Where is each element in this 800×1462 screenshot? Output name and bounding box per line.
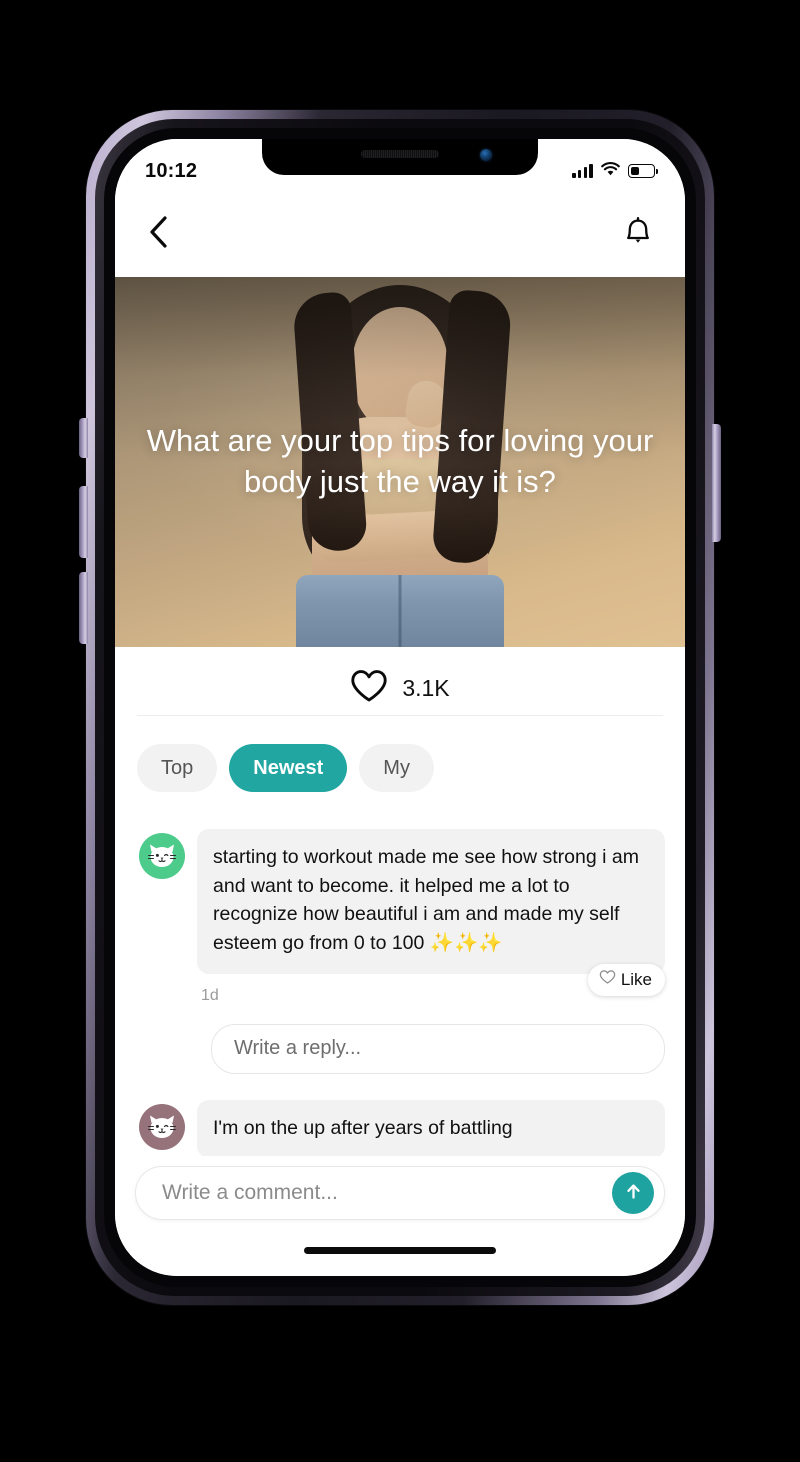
volume-up-button[interactable] — [79, 486, 88, 558]
comment-input[interactable] — [160, 1180, 612, 1206]
like-count: 3.1K — [402, 674, 450, 701]
comment-meta: 1d Like — [197, 963, 665, 1010]
cat-face-icon — [148, 844, 176, 867]
reply-placeholder: Write a reply... — [234, 1037, 362, 1060]
heart-outline-icon[interactable] — [350, 669, 388, 708]
display-notch — [262, 139, 538, 175]
comment-body: starting to workout made me see how stro… — [197, 829, 665, 1074]
front-camera-icon — [480, 149, 492, 161]
home-indicator — [304, 1247, 496, 1254]
filter-chip-top[interactable]: Top — [137, 744, 218, 792]
cat-face-icon — [148, 1115, 176, 1138]
page-title: What are your top tips for loving your b… — [146, 423, 654, 499]
filter-chip-my[interactable]: My — [359, 744, 434, 792]
hero-text-container: What are your top tips for loving your b… — [115, 277, 685, 647]
notifications-button[interactable] — [617, 209, 659, 260]
chevron-left-icon — [147, 215, 169, 253]
comment-body: I'm on the up after years of battling — [197, 1099, 665, 1159]
arrow-up-icon — [623, 1181, 644, 1205]
phone-screen: 10:12 What are your top tips for loving … — [115, 139, 685, 1276]
comment-timestamp: 1d — [201, 986, 219, 1004]
mute-switch-button[interactable] — [79, 418, 88, 458]
heart-outline-icon — [599, 969, 616, 990]
cat-avatar-mauve[interactable] — [139, 1103, 185, 1150]
earpiece-speaker — [361, 150, 439, 158]
wifi-icon — [601, 161, 620, 181]
battery-icon — [628, 164, 658, 178]
cellular-signal-icon — [572, 164, 593, 178]
filter-chip-newest[interactable]: Newest — [229, 744, 348, 792]
back-button[interactable] — [141, 209, 175, 260]
cat-avatar-green[interactable] — [139, 833, 185, 879]
bell-icon — [623, 216, 653, 253]
comment-like-button[interactable]: Like — [587, 963, 665, 996]
like-row: 3.1K — [115, 647, 685, 729]
comment-text: starting to workout made me see how stro… — [197, 829, 665, 974]
section-divider — [137, 715, 663, 716]
comment-item: starting to workout made me see how stro… — [115, 829, 685, 1074]
send-button[interactable] — [612, 1172, 654, 1214]
comment-list: starting to workout made me see how stro… — [115, 829, 685, 1209]
filter-chips: Top Newest My — [137, 744, 434, 792]
comment-composer — [115, 1156, 685, 1276]
power-button[interactable] — [712, 424, 721, 542]
composer-field[interactable] — [135, 1166, 665, 1220]
hero-image: What are your top tips for loving your b… — [115, 277, 685, 647]
nav-bar — [115, 191, 685, 277]
comment-spacer — [115, 1074, 685, 1100]
comment-text: I'm on the up after years of battling — [197, 1099, 665, 1159]
volume-down-button[interactable] — [79, 572, 88, 644]
comment-item: I'm on the up after years of battling — [115, 1099, 685, 1159]
status-icons — [572, 161, 658, 181]
comment-like-label: Like — [620, 969, 652, 989]
reply-input[interactable]: Write a reply... — [211, 1023, 665, 1074]
status-time: 10:12 — [145, 159, 198, 182]
